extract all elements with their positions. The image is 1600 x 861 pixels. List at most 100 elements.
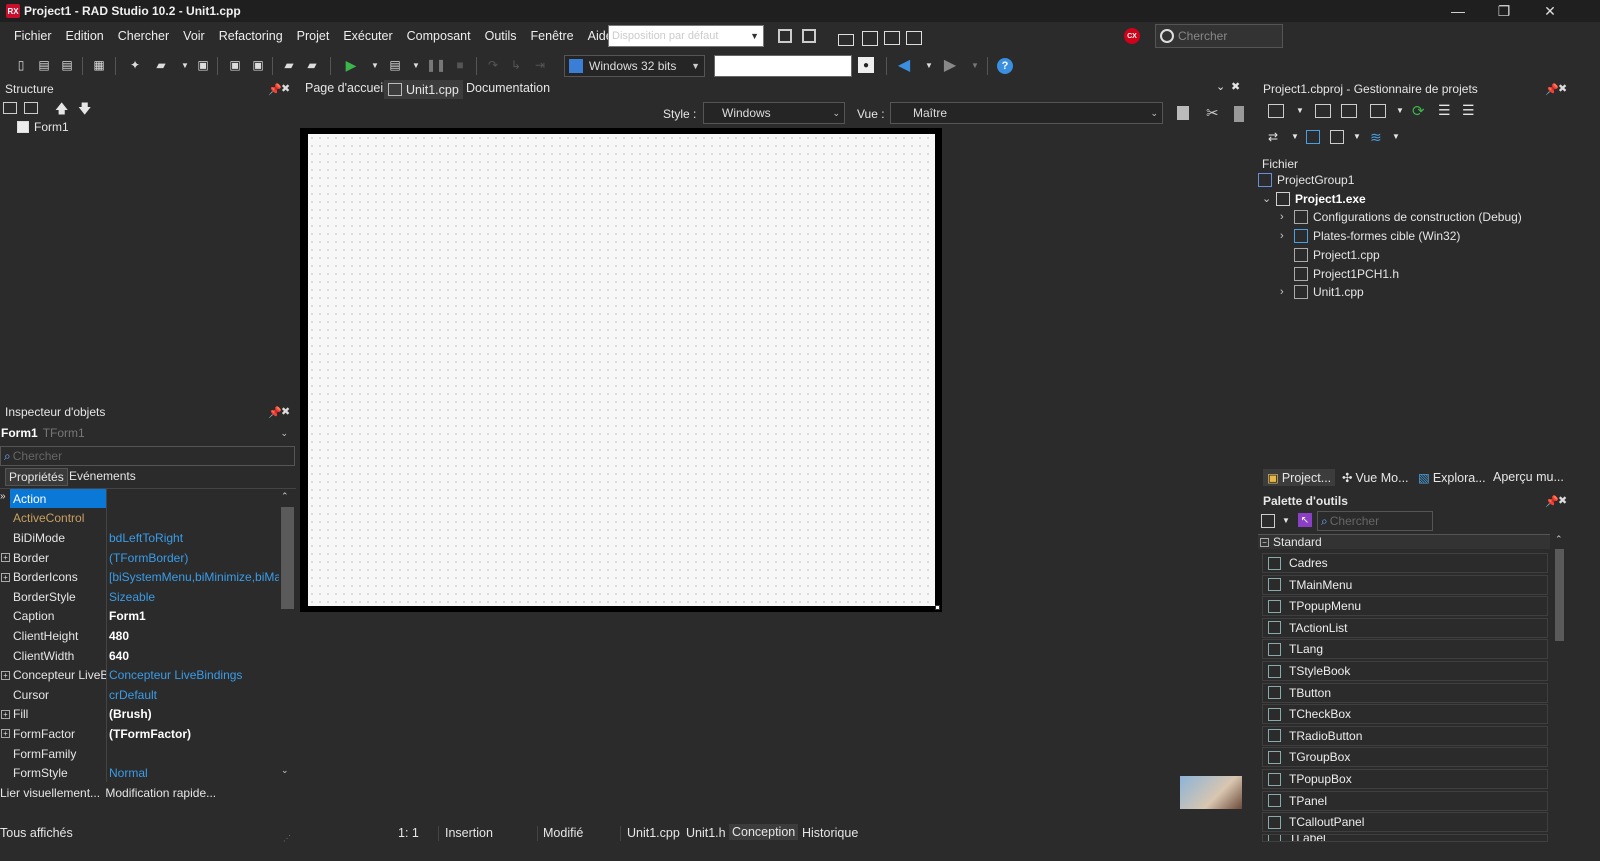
properties-icon[interactable] (1234, 106, 1244, 122)
close-icon[interactable]: ✖ (281, 82, 290, 95)
property-row[interactable]: + Border (TFormBorder) (0, 548, 280, 568)
reopen-icon[interactable]: ▦ (91, 57, 107, 73)
property-row[interactable]: Caption Form1 (0, 607, 280, 627)
activate-icon[interactable] (1268, 104, 1284, 118)
run-to-cursor-icon[interactable]: ⇥ (532, 57, 548, 73)
tab-multi-device-preview[interactable]: Aperçu mu... (1493, 470, 1564, 484)
forward-arrow-icon[interactable]: ▶ (942, 57, 958, 74)
inspector-search-input[interactable]: ⌕ Chercher (0, 446, 295, 466)
project-tree-item[interactable]: › Unit1.cpp (1280, 285, 1364, 300)
chevron-down-icon[interactable]: ▼ (177, 57, 193, 73)
run-icon[interactable]: ▶ (343, 57, 359, 73)
trace-into-icon[interactable]: ↳ (508, 57, 524, 73)
palette-item[interactable]: TPopupMenu (1262, 596, 1548, 617)
chevron-down-icon[interactable]: ▼ (1392, 132, 1400, 141)
property-row[interactable]: ActiveControl (0, 509, 280, 529)
menu-item-voir[interactable]: Voir (176, 25, 212, 47)
palette-item[interactable]: TGroupBox (1262, 747, 1548, 768)
pointer-icon[interactable]: ↖ (1298, 513, 1312, 527)
pause-icon[interactable]: ❚❚ (426, 57, 446, 73)
tab-design[interactable]: Conception (729, 824, 799, 840)
save-all-icon[interactable]: ▣ (227, 57, 243, 73)
palette-item[interactable]: TRadioButton (1262, 725, 1548, 746)
close-button[interactable]: ✕ (1527, 0, 1573, 22)
expand-icon[interactable]: + (1, 709, 10, 719)
palette-item[interactable]: TLang (1262, 639, 1548, 660)
chevron-down-icon[interactable]: ▼ (367, 57, 383, 73)
down-arrow-icon[interactable]: 🡇 (78, 100, 91, 122)
property-value[interactable]: Normal (109, 766, 279, 780)
layout-save-icon[interactable] (778, 29, 792, 43)
property-row[interactable]: FormStyle Normal (0, 763, 280, 783)
tab-unit1-cpp[interactable]: Unit1.cpp (384, 80, 463, 99)
property-value[interactable]: (TFormBorder) (109, 551, 279, 565)
collapse-all-icon[interactable] (24, 102, 38, 114)
property-value[interactable]: [biSystemMenu,biMinimize,biMa (109, 570, 279, 584)
menu-item-chercher[interactable]: Chercher (111, 25, 176, 47)
step-over-icon[interactable]: ↷ (485, 57, 501, 73)
minimize-button[interactable]: — (1435, 0, 1481, 22)
view-select[interactable]: Maître ⌄ (890, 102, 1163, 124)
property-value[interactable]: bdLeftToRight (109, 531, 279, 545)
palette-item[interactable]: Cadres (1262, 553, 1548, 573)
tab-unit1-h[interactable]: Unit1.h (686, 826, 726, 840)
close-file-icon[interactable]: ▣ (250, 57, 266, 73)
palette-scrollbar[interactable]: ⌃ (1553, 534, 1566, 861)
property-value[interactable]: 480 (109, 629, 279, 643)
expander-icon[interactable]: › (1280, 286, 1294, 298)
property-row[interactable]: BorderStyle Sizeable (0, 587, 280, 607)
close-icon[interactable]: ✖ (1558, 494, 1567, 507)
property-value[interactable]: Form1 (109, 609, 279, 623)
property-row[interactable]: FormFamily (0, 744, 280, 764)
tab-events[interactable]: Evénements (69, 469, 136, 483)
new-items-icon[interactable]: ▤ (36, 57, 52, 73)
pin-icon[interactable]: 📌 (268, 83, 282, 96)
project-tree-item[interactable]: ⌄ Project1.exe (1262, 191, 1366, 206)
property-row[interactable]: + FormFactor (TFormFactor) (0, 724, 280, 744)
palette-item[interactable]: TStyleBook (1262, 661, 1548, 681)
help-icon[interactable]: ? (997, 58, 1013, 74)
project-tree-item[interactable]: ProjectGroup1 (1258, 173, 1354, 187)
new-project-icon[interactable]: ✦ (127, 57, 143, 73)
expander-icon[interactable]: › (1280, 211, 1294, 223)
property-value[interactable]: (TFormFactor) (109, 727, 279, 741)
collapse-icon[interactable]: ☰ (1462, 102, 1475, 119)
link-icon[interactable]: ✂ (1206, 104, 1219, 122)
tab-documentation[interactable]: Documentation (466, 81, 550, 95)
expander-icon[interactable]: ⌄ (1262, 192, 1276, 205)
chevron-up-icon[interactable]: ⌃ (281, 491, 289, 502)
form1-canvas[interactable] (308, 134, 935, 606)
palette-item[interactable]: TMainMenu (1262, 574, 1548, 595)
open-icon[interactable]: ▤ (59, 57, 75, 73)
menu-item-fenetre[interactable]: Fenêtre (524, 25, 581, 47)
menu-item-outils[interactable]: Outils (478, 25, 524, 47)
expand-icon[interactable]: + (1, 553, 10, 563)
palette-category-standard[interactable]: − Standard (1258, 534, 1550, 549)
project-tree-item[interactable]: Project1.cpp (1280, 247, 1380, 262)
menu-item-refactoring[interactable]: Refactoring (212, 25, 290, 47)
calendar-icon[interactable] (862, 31, 878, 46)
new-file-icon[interactable]: ▯ (13, 57, 29, 73)
property-row[interactable]: » Action (0, 489, 280, 509)
tab-properties[interactable]: Propriétés (5, 468, 68, 486)
structure-item-form1[interactable]: Form1 (17, 120, 69, 134)
resize-handle[interactable] (935, 605, 940, 610)
property-value[interactable]: (Brush) (109, 707, 279, 721)
stop-icon[interactable]: ■ (452, 57, 468, 73)
tab-list-chevron-icon[interactable]: ⌄ (1216, 80, 1225, 93)
view-icon[interactable] (1370, 104, 1386, 118)
style-select[interactable]: Windows ⌄ (703, 102, 845, 124)
refresh-icon[interactable]: ⟳ (1412, 102, 1425, 120)
chevron-down-icon[interactable]: ▼ (1396, 106, 1404, 115)
chevron-up-icon[interactable]: ⌃ (1555, 534, 1563, 545)
palette-search-input[interactable]: ⌕ Chercher (1317, 511, 1433, 531)
palette-item[interactable]: TCalloutPanel (1262, 812, 1548, 833)
sync-icon[interactable]: ⇄ (1268, 130, 1278, 144)
up-arrow-icon[interactable]: 🡅 (55, 100, 68, 122)
mail-icon[interactable] (838, 34, 854, 46)
chevron-down-icon[interactable]: ▼ (1296, 106, 1304, 115)
project-tree-item[interactable]: › Configurations de construction (Debug) (1280, 210, 1522, 225)
tab-model-view[interactable]: ✣ Vue Mo... (1342, 470, 1409, 486)
compile-icon[interactable] (1330, 130, 1344, 144)
property-row[interactable]: + Concepteur LiveBi Concepteur LiveBinding… (0, 665, 280, 685)
